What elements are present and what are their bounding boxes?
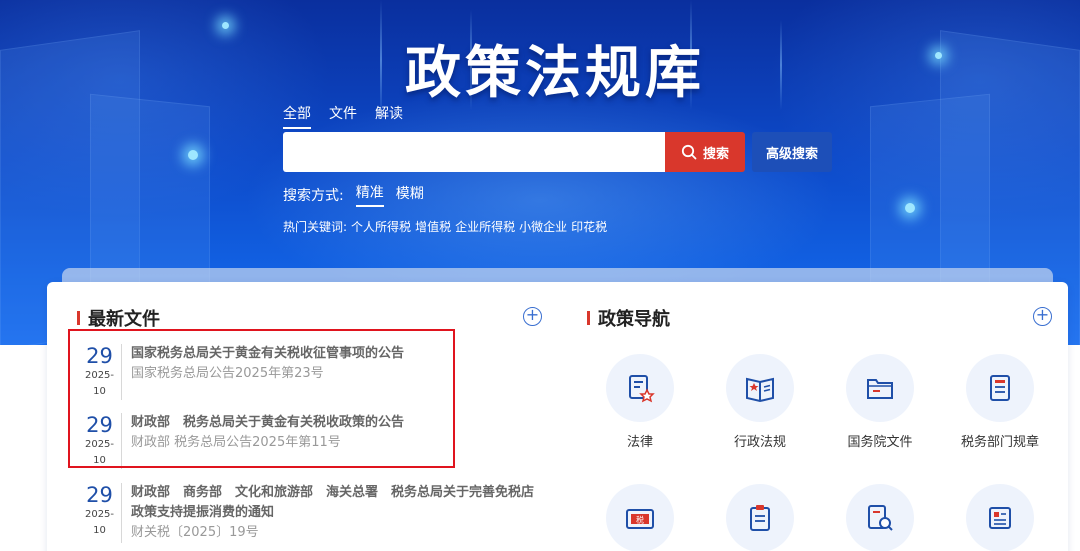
hot-keywords: 热门关键词: 个人所得税 增值税 企业所得税 小微企业 印花税: [283, 218, 607, 235]
nav-icon-circle: [846, 484, 914, 551]
search-button[interactable]: 搜索: [665, 132, 745, 172]
decor-glow-dot: [188, 150, 198, 160]
search-icon: [681, 144, 697, 160]
decor-glow-dot: [905, 203, 915, 213]
section-accent-bar: [77, 311, 80, 325]
nav-icon-circle: [726, 354, 794, 422]
nav-item-clipboard[interactable]: [710, 484, 810, 551]
highlight-box: [68, 329, 455, 468]
nav-label: 行政法规: [733, 435, 786, 450]
tab-all[interactable]: 全部: [283, 103, 311, 129]
nav-section-title: 政策导航: [598, 309, 670, 330]
rule-doc-icon: [990, 375, 1010, 401]
law-doc-icon: [629, 375, 655, 403]
nav-label: 法律: [626, 435, 653, 450]
nav-item-admin-regulations[interactable]: 行政法规: [710, 354, 810, 450]
doc-number: 财关税〔2025〕19号: [131, 525, 259, 540]
nav-item-law[interactable]: 法律: [590, 354, 690, 450]
nav-label: 税务部门规章: [960, 435, 1039, 450]
list-item[interactable]: 29 2025-10 财政部 商务部 文化和旅游部 海关总署 税务总局关于完善免…: [80, 483, 542, 543]
tab-documents[interactable]: 文件: [329, 103, 357, 129]
doc-search-icon: [868, 505, 893, 531]
search-scope-tabs: 全部 文件 解读: [283, 103, 403, 129]
folder-icon: [867, 379, 893, 399]
doc-title[interactable]: 财政部 商务部 文化和旅游部 海关总署 税务总局关于完善免税店: [131, 483, 542, 503]
nav-icon-circle: [726, 484, 794, 551]
nav-item-state-council-docs[interactable]: 国务院文件: [830, 354, 930, 450]
svg-text:税: 税: [636, 515, 644, 525]
hot-keyword[interactable]: 增值税: [415, 218, 451, 235]
mode-fuzzy[interactable]: 模糊: [396, 183, 424, 206]
latest-section-title: 最新文件: [88, 309, 160, 330]
section-accent-bar: [587, 311, 590, 325]
nav-icon-circle: [966, 354, 1034, 422]
doc-title-continued[interactable]: 政策支持提振消费的通知: [131, 503, 542, 523]
advanced-search-button[interactable]: 高级搜索: [752, 132, 832, 172]
search-button-label: 搜索: [702, 146, 729, 162]
nav-more-plus-icon[interactable]: +: [1033, 307, 1052, 326]
doc-day: 29: [86, 483, 113, 507]
nav-item-doc-search[interactable]: [830, 484, 930, 551]
latest-section-header: 最新文件: [77, 305, 160, 331]
hot-keywords-label: 热门关键词:: [283, 220, 348, 234]
open-book-star-icon: [746, 377, 774, 403]
search-input[interactable]: [283, 132, 665, 172]
latest-more-plus-icon[interactable]: +: [523, 307, 542, 326]
nav-icon-circle: [606, 354, 674, 422]
doc-body: 财政部 商务部 文化和旅游部 海关总署 税务总局关于完善免税店 政策支持提振消费…: [122, 483, 542, 543]
clipboard-icon: [750, 505, 770, 531]
mode-exact[interactable]: 精准: [355, 182, 384, 207]
search-mode-row: 搜索方式: 精准 模糊: [283, 182, 424, 207]
page-title: 政策法规库: [405, 40, 705, 106]
search-box: [283, 132, 665, 172]
nav-icon-circle: [966, 484, 1034, 551]
doc-year-month: 2025-10: [84, 509, 115, 536]
nav-item-tax-rules[interactable]: 税务部门规章: [950, 354, 1050, 450]
article-icon: [989, 507, 1011, 529]
nav-label: 国务院文件: [847, 435, 913, 450]
nav-icon-circle: [846, 354, 914, 422]
nav-item-article[interactable]: [950, 484, 1050, 551]
tab-interpretations[interactable]: 解读: [375, 103, 403, 129]
hot-keyword[interactable]: 个人所得税: [351, 218, 411, 235]
hot-keyword[interactable]: 小微企业: [519, 218, 567, 235]
nav-item-tax[interactable]: 税: [590, 484, 690, 551]
nav-section-header: 政策导航: [587, 305, 670, 331]
nav-icon-circle: 税: [606, 484, 674, 551]
hot-keyword[interactable]: 企业所得税: [455, 218, 515, 235]
tax-folder-icon: 税: [626, 509, 654, 529]
hot-keyword[interactable]: 印花税: [571, 218, 607, 235]
doc-date: 29 2025-10: [80, 483, 122, 543]
search-mode-label: 搜索方式:: [283, 187, 344, 204]
